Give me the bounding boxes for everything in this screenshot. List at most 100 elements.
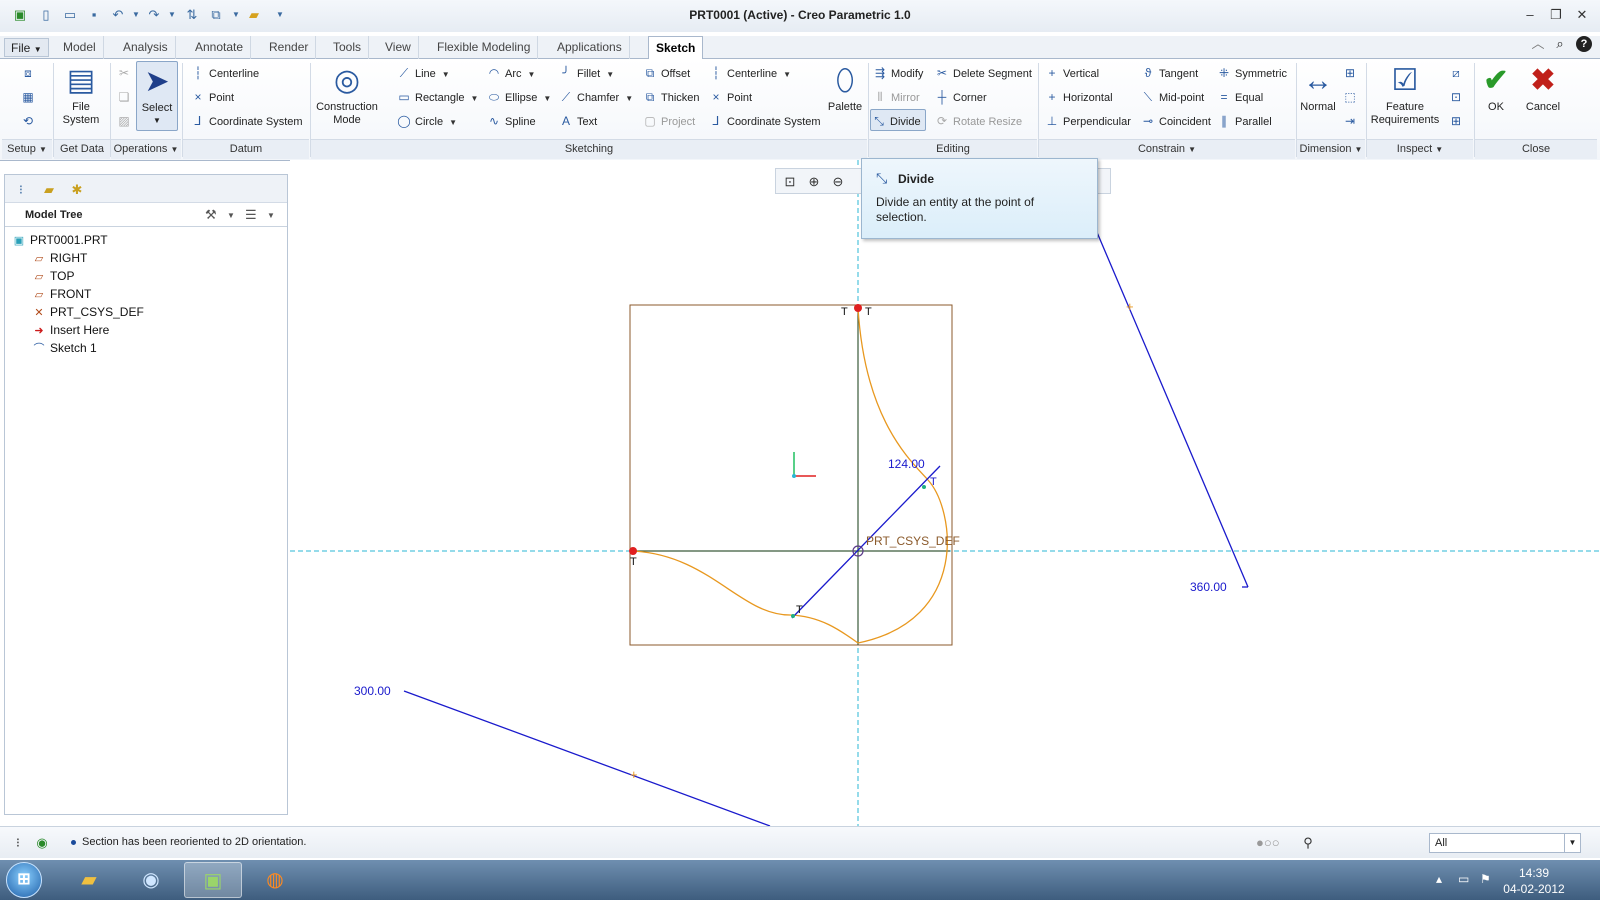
- sketch-canvas[interactable]: T T T T T PRT_CSYS_DEF 124.00 360.00 + 3…: [290, 160, 1600, 826]
- datum-point-button[interactable]: × Point: [190, 86, 234, 108]
- tab-applications[interactable]: Applications: [550, 36, 630, 59]
- endpoint-marker-top[interactable]: [854, 304, 862, 312]
- fillet-button[interactable]: ╯ Fillet ▼: [558, 62, 614, 84]
- references-icon[interactable]: ⟲: [20, 110, 39, 132]
- tree-item-sketch[interactable]: ⌒ Sketch 1: [31, 339, 97, 357]
- navigator-toggle-icon[interactable]: ⁝: [10, 835, 26, 851]
- tree-item-top[interactable]: ▱ TOP: [31, 267, 75, 285]
- corner-button[interactable]: ┼ Corner: [934, 86, 987, 108]
- vertical-constraint-button[interactable]: + Vertical: [1044, 62, 1099, 84]
- group-editing[interactable]: Editing: [869, 139, 1037, 159]
- sketch-view-icon[interactable]: ▦: [20, 86, 39, 108]
- sketch-boundary-box[interactable]: [629, 304, 953, 646]
- tree-item-csys[interactable]: ✕ PRT_CSYS_DEF: [31, 303, 143, 321]
- offset-button[interactable]: ⧉ Offset: [642, 62, 690, 84]
- ok-button[interactable]: ✔ OK: [1478, 61, 1514, 114]
- delete-segment-button[interactable]: ✂ Delete Segment: [934, 62, 1032, 84]
- sketch-point-button[interactable]: × Point: [708, 86, 752, 108]
- feature-requirements-button[interactable]: ☑ Feature Requirements: [1370, 61, 1440, 127]
- search-icon[interactable]: ⌕: [1552, 36, 1568, 52]
- project-button[interactable]: ▢ Project: [642, 110, 695, 132]
- media-task[interactable]: ◉: [122, 862, 180, 898]
- spline-button[interactable]: ∿ Spline: [486, 110, 536, 132]
- shade-closed-loops-icon[interactable]: ⊞: [1448, 110, 1467, 132]
- text-button[interactable]: A Text: [558, 110, 597, 132]
- highlight-open-ends-icon[interactable]: ⊡: [1448, 86, 1467, 108]
- divide-button[interactable]: ⤡ Divide: [870, 109, 926, 131]
- baseline-dimension-icon[interactable]: ⬚: [1342, 86, 1361, 108]
- parallel-constraint-button[interactable]: ∥ Parallel: [1216, 110, 1272, 132]
- favorites-tab-icon[interactable]: ✱: [65, 179, 89, 201]
- mid-point-constraint-button[interactable]: ⟍ Mid-point: [1140, 86, 1204, 108]
- coincident-constraint-button[interactable]: ⊸ Coincident: [1140, 110, 1211, 132]
- equal-constraint-button[interactable]: = Equal: [1216, 86, 1263, 108]
- find-icon[interactable]: ⚲: [1300, 835, 1316, 851]
- browser-toggle-icon[interactable]: ◉: [34, 835, 50, 851]
- tree-show-icon[interactable]: ☰: [245, 207, 257, 223]
- dimension-300[interactable]: 300.00: [354, 684, 391, 698]
- refit-icon[interactable]: ⊡: [780, 172, 800, 192]
- network-icon[interactable]: ▭: [1458, 872, 1469, 886]
- mirror-button[interactable]: ⫴ Mirror: [872, 86, 919, 108]
- bottom-reference-line[interactable]: [403, 690, 771, 826]
- spline-point-marker[interactable]: [922, 485, 926, 489]
- creo-task[interactable]: ▣: [184, 862, 242, 898]
- tray-arrow-icon[interactable]: ▴: [1436, 872, 1442, 886]
- restore-icon[interactable]: ❐: [1545, 6, 1567, 24]
- tree-show-dropdown-icon[interactable]: ▼: [267, 211, 275, 220]
- help-icon[interactable]: ?: [1576, 36, 1592, 52]
- group-inspect[interactable]: Inspect ▼: [1367, 139, 1473, 159]
- close-window-icon[interactable]: ✕: [1571, 6, 1593, 24]
- circle-button[interactable]: ◯ Circle ▼: [396, 110, 457, 132]
- filter-dropdown-icon[interactable]: ▼: [1564, 834, 1580, 852]
- group-constrain[interactable]: Constrain ▼: [1039, 139, 1295, 159]
- endpoint-marker-left[interactable]: [629, 547, 637, 555]
- clock-time[interactable]: 14:39: [1502, 866, 1566, 880]
- overlapping-geometry-icon[interactable]: ⧄: [1448, 62, 1467, 84]
- file-system-button[interactable]: ▤ File System: [58, 61, 104, 127]
- firefox-task[interactable]: ◍: [246, 862, 304, 898]
- dimension-124[interactable]: 124.00: [888, 457, 925, 471]
- modify-button[interactable]: ⇶ Modify: [872, 62, 923, 84]
- horizontal-constraint-button[interactable]: + Horizontal: [1044, 86, 1112, 108]
- cut-icon[interactable]: ✂: [116, 62, 135, 84]
- line-button[interactable]: ⟋ Line ▼: [396, 62, 450, 84]
- tree-item-front[interactable]: ▱ FRONT: [31, 285, 92, 303]
- ref-dimension-icon[interactable]: ⇥: [1342, 110, 1361, 132]
- group-operations[interactable]: Operations ▼: [111, 139, 181, 159]
- model-tree-tab-icon[interactable]: ⁝: [9, 179, 33, 201]
- datum-coordinate-system-button[interactable]: ⅃ Coordinate System: [190, 110, 303, 132]
- spline-curve-left[interactable]: [632, 550, 859, 644]
- tree-item-insert-here[interactable]: ➜ Insert Here: [31, 321, 109, 339]
- clock-date[interactable]: 04-02-2012: [1502, 882, 1566, 896]
- sketch-centerline-button[interactable]: ┆ Centerline ▼: [708, 62, 791, 84]
- thicken-button[interactable]: ⧉ Thicken: [642, 86, 700, 108]
- spline-point-marker[interactable]: [791, 614, 795, 618]
- tab-annotate[interactable]: Annotate: [188, 36, 252, 59]
- perpendicular-constraint-button[interactable]: ⊥ Perpendicular: [1044, 110, 1131, 132]
- folder-browser-tab-icon[interactable]: ▰: [37, 179, 61, 201]
- tab-render[interactable]: Render: [262, 36, 317, 59]
- minimize-icon[interactable]: –: [1519, 6, 1541, 24]
- group-sketching[interactable]: Sketching: [311, 139, 867, 159]
- selection-filter-select[interactable]: All ▼: [1429, 833, 1581, 853]
- group-setup[interactable]: Setup ▼: [2, 139, 52, 159]
- tree-item-right[interactable]: ▱ RIGHT: [31, 249, 88, 267]
- start-button[interactable]: ⊞: [6, 862, 42, 898]
- normal-dimension-button[interactable]: ↔ Normal: [1298, 61, 1338, 114]
- select-button[interactable]: ➤ Select ▼: [136, 61, 178, 131]
- palette-button[interactable]: ⬯ Palette: [822, 61, 868, 114]
- ellipse-button[interactable]: ⬭ Ellipse ▼: [486, 86, 551, 108]
- paste-icon[interactable]: ▨: [116, 110, 135, 132]
- tab-sketch[interactable]: Sketch: [648, 36, 704, 60]
- dimension-360[interactable]: 360.00: [1190, 580, 1227, 594]
- rectangle-button[interactable]: ▭ Rectangle ▼: [396, 86, 478, 108]
- group-close[interactable]: Close: [1475, 139, 1597, 159]
- tree-item-part[interactable]: ▣ PRT0001.PRT: [11, 231, 108, 249]
- tangent-constraint-button[interactable]: ϑ Tangent: [1140, 62, 1198, 84]
- action-center-flag-icon[interactable]: ⚑: [1480, 872, 1491, 886]
- tree-settings-icon[interactable]: ⚒: [205, 207, 217, 223]
- reference-dimension-icon[interactable]: ⊞: [1342, 62, 1361, 84]
- tab-file[interactable]: File ▼: [4, 38, 49, 57]
- sketch-coordinate-system-button[interactable]: ⅃ Coordinate System: [708, 110, 821, 132]
